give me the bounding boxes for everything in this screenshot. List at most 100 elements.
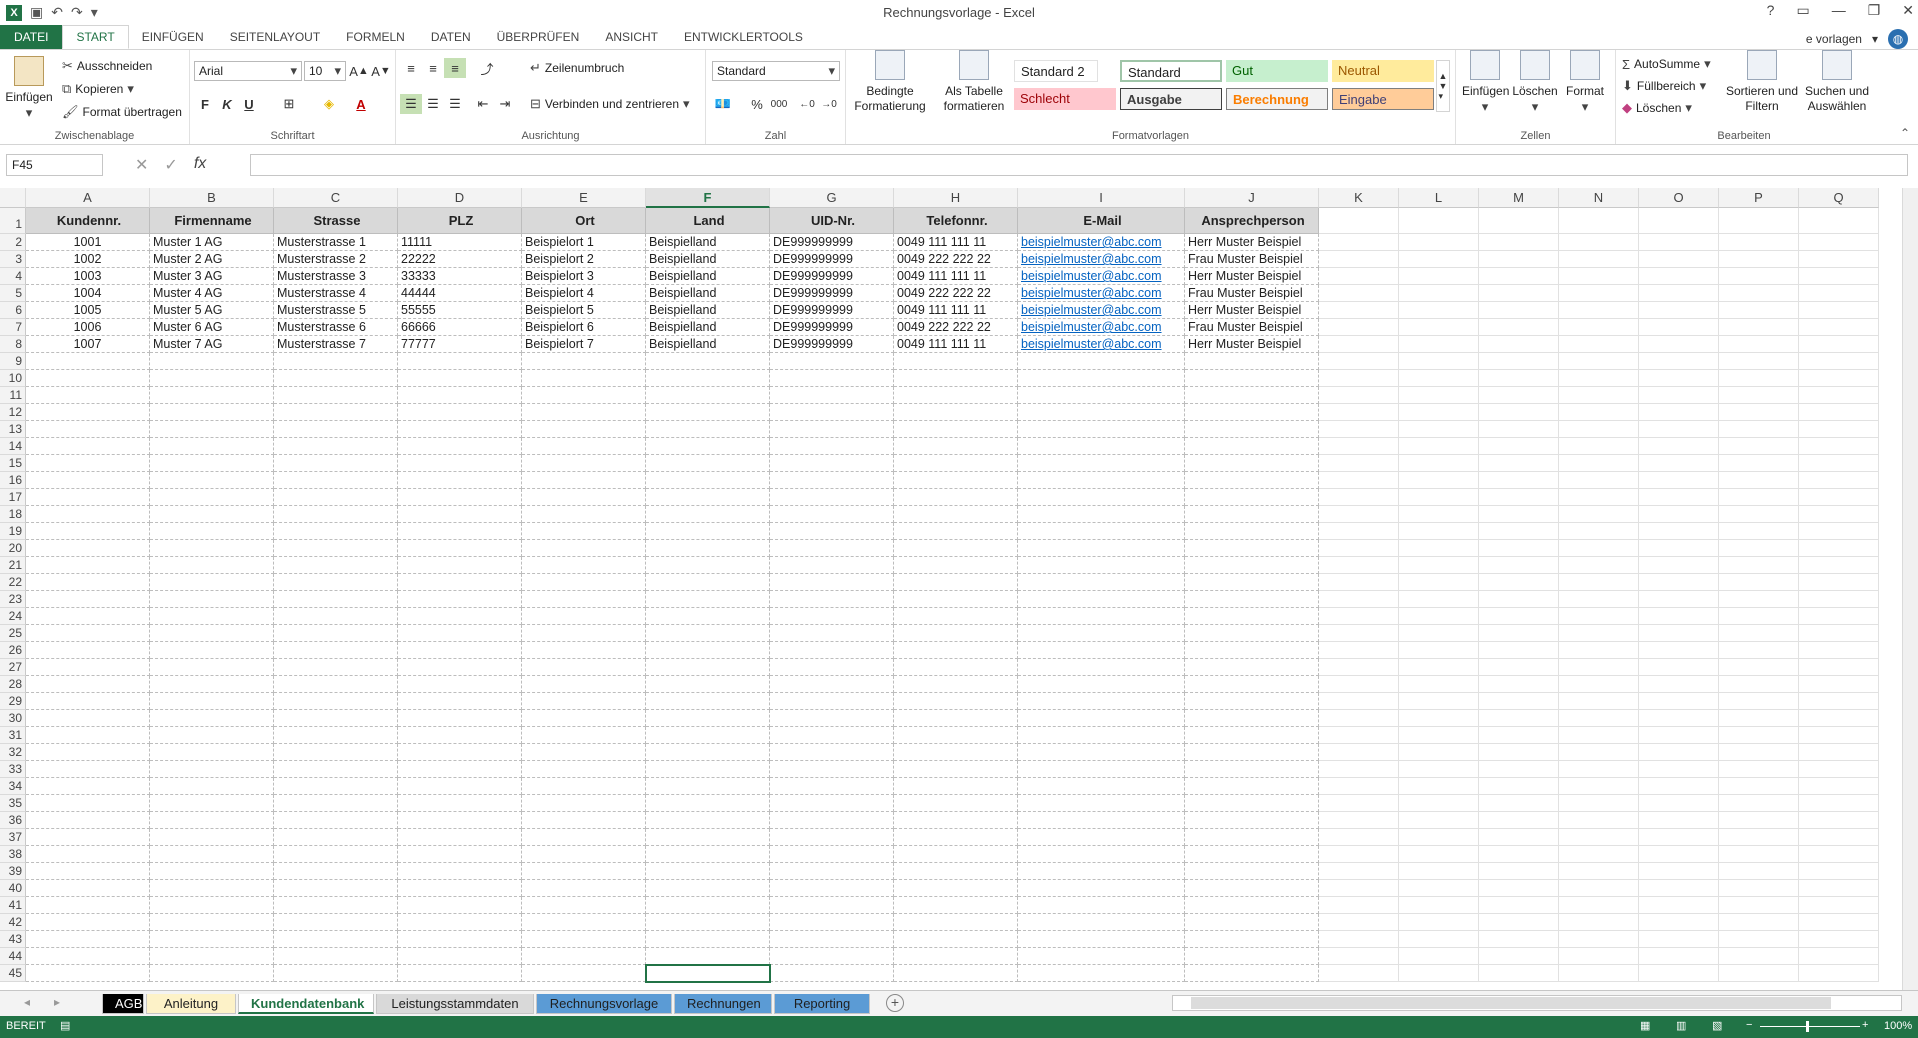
empty-cell[interactable] <box>150 676 274 693</box>
data-cell[interactable]: 0049 111 111 11 <box>894 268 1018 285</box>
decrease-indent-icon[interactable]: ⇤ <box>472 94 494 114</box>
empty-cell[interactable] <box>1799 523 1879 540</box>
empty-cell[interactable] <box>1639 710 1719 727</box>
empty-cell[interactable] <box>1399 489 1479 506</box>
row-header[interactable]: 43 <box>0 931 26 948</box>
email-link-cell[interactable]: beispielmuster@abc.com <box>1018 319 1185 336</box>
empty-cell[interactable] <box>398 625 522 642</box>
empty-cell[interactable] <box>894 472 1018 489</box>
empty-cell[interactable] <box>1319 625 1399 642</box>
empty-cell[interactable] <box>1639 353 1719 370</box>
thousands-icon[interactable]: 000 <box>768 94 790 114</box>
empty-cell[interactable] <box>26 761 150 778</box>
empty-cell[interactable] <box>770 744 894 761</box>
empty-cell[interactable] <box>522 727 646 744</box>
new-sheet-icon[interactable]: + <box>886 994 904 1012</box>
tab-entwicklertools[interactable]: ENTWICKLERTOOLS <box>671 25 816 49</box>
row-header[interactable]: 28 <box>0 676 26 693</box>
empty-cell[interactable] <box>1799 421 1879 438</box>
align-center-icon[interactable]: ☰ <box>422 94 444 114</box>
empty-cell[interactable] <box>1559 727 1639 744</box>
empty-cell[interactable] <box>894 642 1018 659</box>
empty-cell[interactable] <box>522 829 646 846</box>
empty-cell[interactable] <box>1639 574 1719 591</box>
row-header[interactable]: 34 <box>0 778 26 795</box>
empty-cell[interactable] <box>1018 455 1185 472</box>
empty-cell[interactable] <box>274 540 398 557</box>
empty-cell[interactable] <box>522 370 646 387</box>
empty-cell[interactable] <box>1799 302 1879 319</box>
empty-cell[interactable] <box>1719 914 1799 931</box>
empty-cell[interactable] <box>646 693 770 710</box>
empty-cell[interactable] <box>1399 404 1479 421</box>
empty-cell[interactable] <box>26 676 150 693</box>
empty-cell[interactable] <box>1479 285 1559 302</box>
empty-cell[interactable] <box>1319 761 1399 778</box>
empty-cell[interactable] <box>770 642 894 659</box>
column-header-j[interactable]: J <box>1185 188 1319 208</box>
empty-cell[interactable] <box>1639 727 1719 744</box>
empty-cell[interactable] <box>1399 591 1479 608</box>
empty-cell[interactable] <box>1559 625 1639 642</box>
data-cell[interactable]: Muster 5 AG <box>150 302 274 319</box>
empty-cell[interactable] <box>1799 540 1879 557</box>
sheet-tab-agb[interactable]: AGB <box>102 994 144 1014</box>
empty-cell[interactable] <box>522 472 646 489</box>
empty-cell[interactable] <box>1479 302 1559 319</box>
empty-cell[interactable] <box>1018 676 1185 693</box>
data-cell[interactable]: 66666 <box>398 319 522 336</box>
empty-cell[interactable] <box>1479 727 1559 744</box>
empty-cell[interactable] <box>1018 880 1185 897</box>
copy-button[interactable]: ⧉ Kopieren ▾ <box>62 81 134 97</box>
user-avatar-icon[interactable]: ◍ <box>1888 29 1908 49</box>
empty-cell[interactable] <box>646 863 770 880</box>
empty-cell[interactable] <box>1639 336 1719 353</box>
empty-cell[interactable] <box>770 625 894 642</box>
empty-cell[interactable] <box>1799 336 1879 353</box>
empty-cell[interactable] <box>1185 948 1319 965</box>
data-cell[interactable]: Musterstrasse 4 <box>274 285 398 302</box>
empty-cell[interactable] <box>26 693 150 710</box>
empty-cell[interactable] <box>770 965 894 982</box>
empty-cell[interactable] <box>646 778 770 795</box>
empty-cell[interactable] <box>150 353 274 370</box>
data-cell[interactable]: DE999999999 <box>770 234 894 251</box>
empty-cell[interactable] <box>1639 421 1719 438</box>
empty-cell[interactable] <box>1799 404 1879 421</box>
empty-cell[interactable] <box>1799 863 1879 880</box>
empty-cell[interactable] <box>1559 880 1639 897</box>
empty-cell[interactable] <box>1559 761 1639 778</box>
empty-cell[interactable] <box>274 472 398 489</box>
data-cell[interactable]: 33333 <box>398 268 522 285</box>
empty-cell[interactable] <box>1799 880 1879 897</box>
email-link-cell[interactable]: beispielmuster@abc.com <box>1018 234 1185 251</box>
empty-cell[interactable] <box>150 863 274 880</box>
data-cell[interactable]: DE999999999 <box>770 251 894 268</box>
empty-cell[interactable] <box>894 710 1018 727</box>
empty-cell[interactable] <box>274 880 398 897</box>
increase-indent-icon[interactable]: ⇥ <box>494 94 516 114</box>
zoom-in-icon[interactable]: + <box>1862 1019 1868 1031</box>
empty-cell[interactable] <box>1559 319 1639 336</box>
row-header[interactable]: 37 <box>0 829 26 846</box>
data-cell[interactable]: Muster 6 AG <box>150 319 274 336</box>
style-berechnung[interactable]: Berechnung <box>1226 88 1328 110</box>
empty-cell[interactable] <box>150 965 274 982</box>
empty-cell[interactable] <box>26 914 150 931</box>
empty-cell[interactable] <box>1319 319 1399 336</box>
empty-cell[interactable] <box>398 574 522 591</box>
empty-cell[interactable] <box>1185 897 1319 914</box>
empty-cell[interactable] <box>398 455 522 472</box>
empty-cell[interactable] <box>150 574 274 591</box>
empty-cell[interactable] <box>1559 846 1639 863</box>
empty-cell[interactable] <box>1185 574 1319 591</box>
fill-color-icon[interactable]: ◈ <box>318 94 340 114</box>
empty-cell[interactable] <box>1185 591 1319 608</box>
column-header-a[interactable]: A <box>26 188 150 208</box>
empty-cell[interactable] <box>150 829 274 846</box>
empty-cell[interactable] <box>770 812 894 829</box>
empty-cell[interactable] <box>274 404 398 421</box>
empty-cell[interactable] <box>1719 251 1799 268</box>
email-link-cell[interactable]: beispielmuster@abc.com <box>1018 268 1185 285</box>
empty-cell[interactable] <box>1719 370 1799 387</box>
